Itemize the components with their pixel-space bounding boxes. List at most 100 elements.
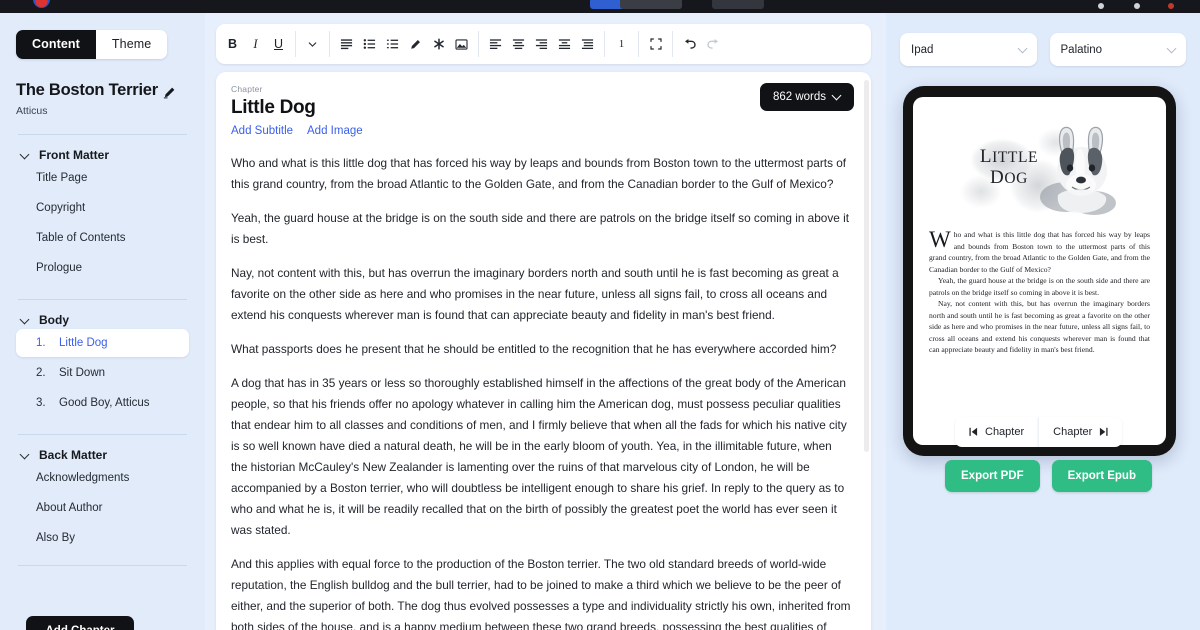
previous-chapter-label: Chapter [985,426,1025,438]
toolbar-group-text-style: B I U [216,31,295,57]
item-label: Table of Contents [36,232,126,245]
redo-icon[interactable] [701,31,724,57]
body-paragraph: What passports does he present that he s… [231,341,837,356]
sidebar-item-also-by[interactable]: Also By [16,524,189,552]
bulleted-list-icon[interactable] [358,31,381,57]
chevron-down-icon [21,316,30,325]
sidebar-item-table-of-contents[interactable]: Table of Contents [16,224,189,252]
sidebar-item-copyright[interactable]: Copyright [16,194,189,222]
tab-theme[interactable]: Theme [95,30,168,59]
chevron-down-icon [833,93,841,101]
chapter-title[interactable]: Little Dog [231,97,851,119]
block-indent-icon[interactable] [576,31,599,57]
book-author: Atticus [16,105,48,118]
page-break-icon[interactable] [644,31,667,57]
sidebar-item-good-boy-atticus[interactable]: 3. Good Boy, Atticus [16,389,189,417]
sidebar-item-little-dog[interactable]: 1. Little Dog [16,329,189,358]
browser-logo-icon [33,0,50,8]
more-formats-chevron-icon[interactable] [301,31,324,57]
item-number: 2. [36,367,46,380]
align-justify-icon[interactable] [553,31,576,57]
align-right-icon[interactable] [530,31,553,57]
body-paragraph: And this applies with equal force to the… [231,556,851,630]
italic-icon[interactable]: I [244,31,267,57]
body-paragraph: Yeah, the guard house at the bridge is o… [231,210,850,246]
align-center-icon[interactable] [507,31,530,57]
sidebar: Content Theme The Boston Terrier Atticus… [0,13,205,630]
sidebar-item-title-page[interactable]: Title Page [16,164,189,192]
editor-column: B I U 1 Chapter Little Dog Add Subtitle … [205,13,886,630]
tablet-preview-frame: LITTLE DOG Who and what is this little d… [903,86,1176,456]
group-label: Body [39,313,69,328]
numbered-list-icon[interactable] [381,31,404,57]
font-select-value: Palatino [1060,43,1103,56]
browser-tab-2[interactable] [712,0,764,9]
body-paragraph: Who and what is this little dog that has… [231,156,847,191]
bold-icon[interactable]: B [221,31,244,57]
window-maximize-icon[interactable] [1134,3,1140,9]
skip-next-icon [1100,427,1108,436]
toolbar-group-more [296,31,329,57]
add-subtitle-link[interactable]: Add Subtitle [231,125,293,137]
special-character-icon[interactable] [427,31,450,57]
add-image-link[interactable]: Add Image [307,125,363,137]
next-chapter-label: Chapter [1053,426,1093,438]
app-root: Content Theme The Boston Terrier Atticus… [0,0,1200,630]
group-label: Front Matter [39,148,109,163]
group-label: Back Matter [39,448,108,463]
font-select[interactable]: Palatino [1049,33,1186,66]
item-number: 1. [36,337,46,350]
link-icon[interactable] [404,31,427,57]
export-epub-button[interactable]: Export Epub [1051,460,1152,492]
book-header: The Boston Terrier Atticus [16,81,189,118]
group-header-back-matter[interactable]: Back Matter [16,448,189,462]
skip-previous-icon [969,427,978,436]
item-label: Sit Down [59,367,106,380]
book-hero-title: LITTLE DOG [953,146,1065,188]
chevron-down-icon [1167,46,1175,54]
tablet-screen[interactable]: LITTLE DOG Who and what is this little d… [913,97,1166,445]
chevron-down-icon [21,151,30,160]
next-chapter-button[interactable]: Chapter [1038,417,1123,447]
sidebar-item-sit-down[interactable]: 2. Sit Down [16,359,189,387]
sidebar-group-front-matter: Front Matter Title Page Copyright Table … [16,148,189,282]
device-select[interactable]: Ipad [900,33,1037,66]
tab-content[interactable]: Content [16,30,96,59]
item-label: Acknowledgments [36,472,130,485]
word-count-label: 862 words [772,91,826,103]
previous-chapter-button[interactable]: Chapter [955,417,1039,447]
add-chapter-button[interactable]: Add Chapter [26,616,134,630]
browser-tab-1[interactable] [620,0,682,9]
formatting-toolbar: B I U 1 [216,24,871,64]
book-paragraph-text: ho and what is this little dog that has … [929,230,1150,274]
export-pdf-button[interactable]: Export PDF [945,460,1040,492]
undo-icon[interactable] [678,31,701,57]
body-paragraph: A dog that has in 35 years or less so th… [231,375,847,537]
item-label: Little Dog [59,337,108,350]
toolbar-group-align [479,31,604,57]
window-close-icon[interactable] [1168,3,1174,9]
window-minimize-icon[interactable] [1098,3,1104,9]
group-header-body[interactable]: Body [16,313,189,327]
device-select-value: Ipad [911,43,934,56]
footnote-icon[interactable]: 1 [610,31,633,57]
chapter-navigation: Chapter Chapter [955,417,1123,447]
paragraph-icon[interactable] [335,31,358,57]
book-paragraph: Yeah, the guard house at the bridge is o… [929,276,1150,297]
toolbar-group-footnote: 1 [605,31,638,57]
word-count-badge[interactable]: 862 words [759,83,854,111]
editor-scrollbar[interactable] [864,80,869,452]
align-left-icon[interactable] [484,31,507,57]
sidebar-item-prologue[interactable]: Prologue [16,254,189,282]
item-label: Copyright [36,202,86,215]
chapter-body[interactable]: Who and what is this little dog that has… [231,153,851,630]
pencil-icon[interactable] [158,82,180,104]
item-number: 3. [36,397,46,410]
export-actions: Export PDF Export Epub [945,460,1152,492]
insert-image-icon[interactable] [450,31,473,57]
sidebar-item-about-author[interactable]: About Author [16,494,189,522]
group-header-front-matter[interactable]: Front Matter [16,148,189,162]
underline-icon[interactable]: U [267,31,290,57]
body-paragraph: Nay, not content with this, but has over… [231,265,839,322]
sidebar-item-acknowledgments[interactable]: Acknowledgments [16,464,189,492]
